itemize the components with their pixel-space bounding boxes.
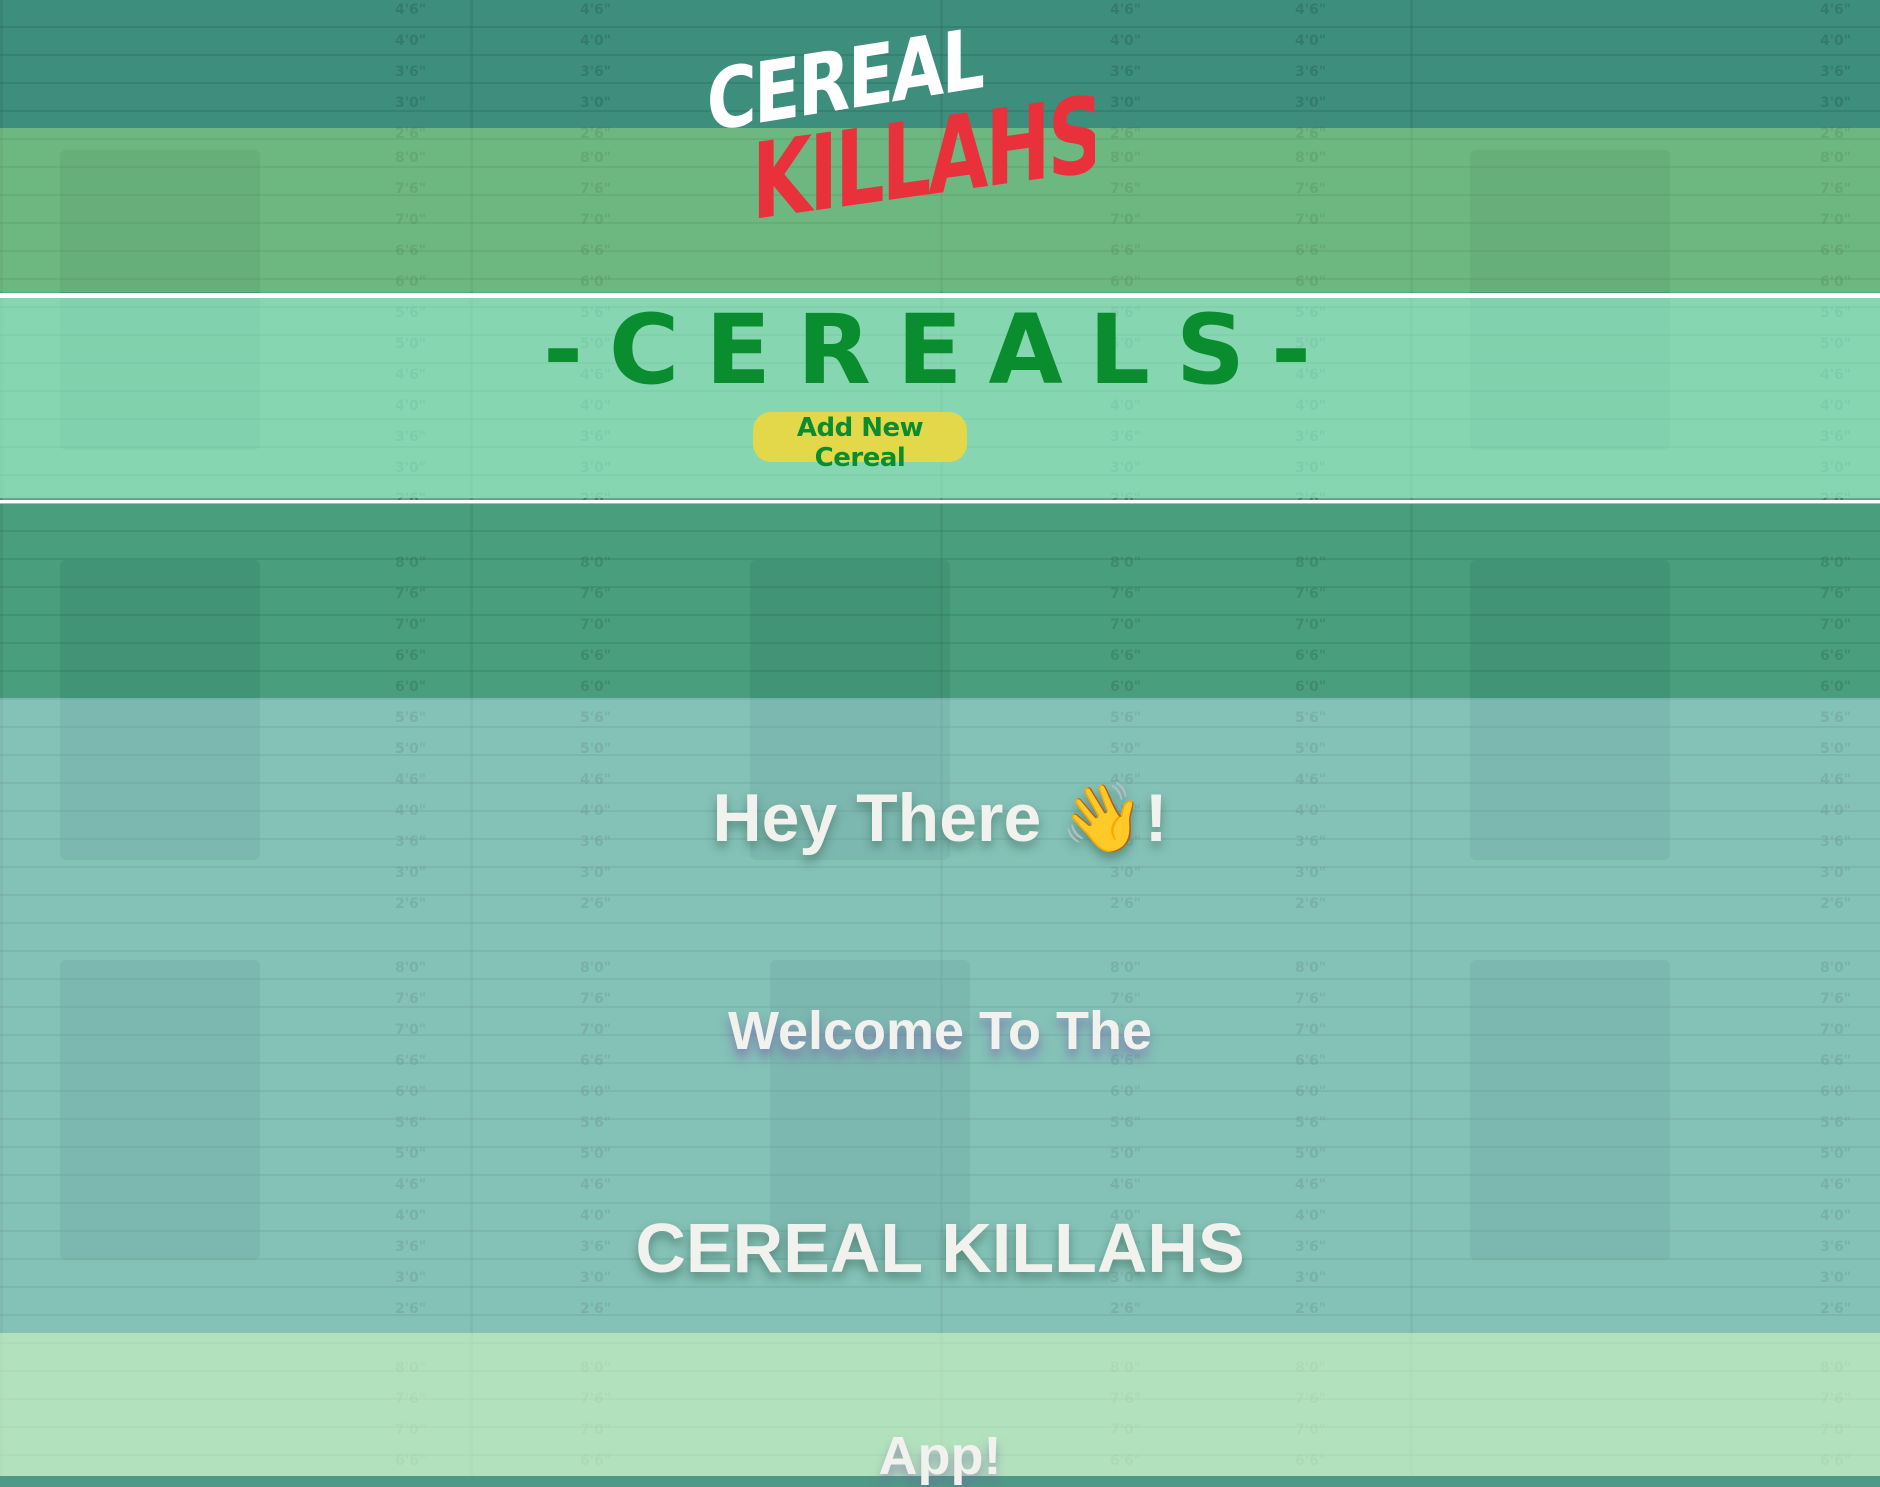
cereals-heading: -CEREALS- [543,294,1337,406]
add-new-cereal-button[interactable]: Add New Cereal [753,412,967,473]
greeting-text: Hey There 👋! [712,780,1168,856]
welcome-text: Welcome To The [727,1001,1153,1061]
app-text: App! [878,1426,1002,1486]
app-name-text: CEREAL KILLAHS [635,1209,1245,1287]
lineup-band [0,503,1880,698]
cereal-killahs-logo[interactable]: CEREAL KILLAHS [705,0,1095,230]
